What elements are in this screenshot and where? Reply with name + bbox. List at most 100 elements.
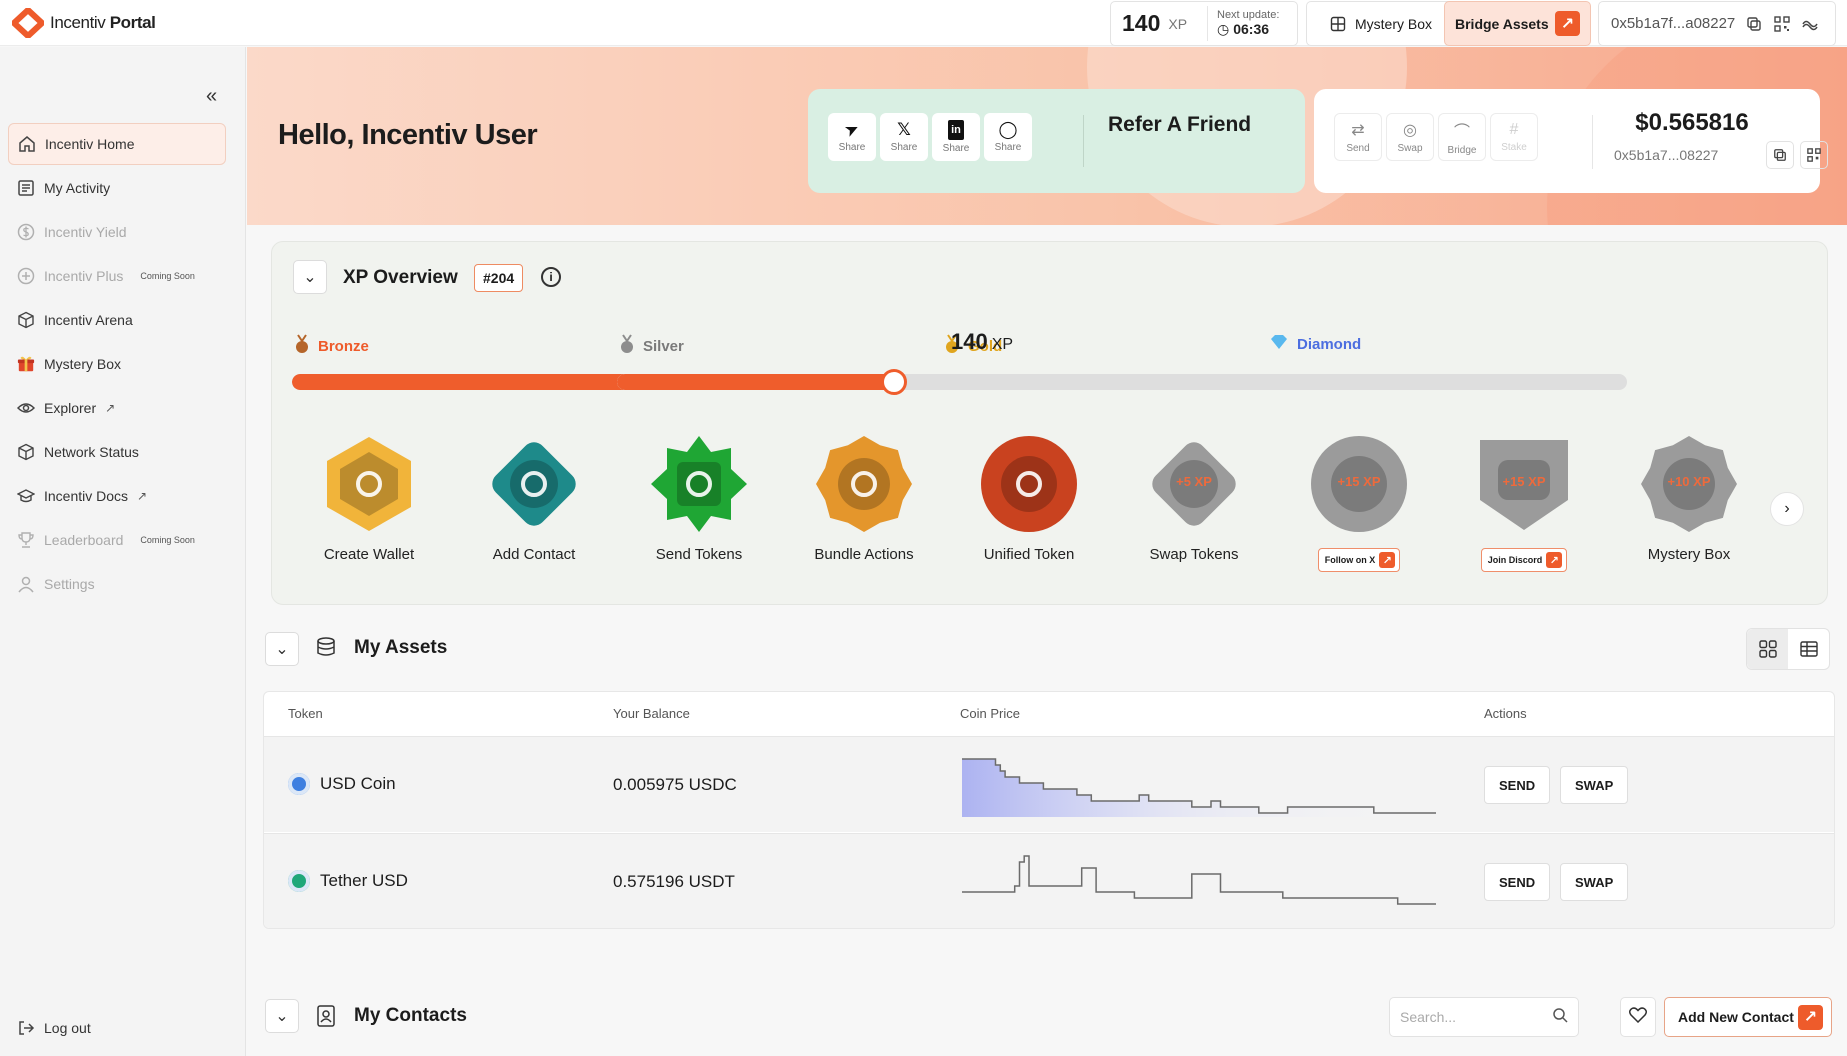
badge-emblem-icon (484, 434, 584, 534)
contact-search (1389, 997, 1579, 1037)
sidebar-item-incentiv-home[interactable]: Incentiv Home (8, 123, 226, 165)
tier-silver: Silver (619, 334, 684, 358)
sidebar-item-incentiv-yield[interactable]: Incentiv Yield (8, 211, 226, 253)
stake-icon: # (1509, 121, 1519, 138)
share-telegram-button[interactable]: ➤ Share (828, 113, 876, 161)
add-contact-label: Add New Contact (1678, 1009, 1794, 1025)
heart-icon (1628, 1006, 1648, 1028)
tier-bronze: Bronze (294, 334, 369, 358)
tier-name: Diamond (1297, 335, 1362, 353)
swap-button[interactable]: ◎ Swap (1386, 113, 1434, 161)
share-whatsapp-button[interactable]: ◯ Share (984, 113, 1032, 161)
disconnect-icon[interactable] (1801, 15, 1819, 33)
wallet-address-short: 0x5b1a7...08227 (1614, 147, 1719, 163)
arrow-up-right-icon: ↗ (1379, 552, 1396, 568)
mystery-box-button[interactable]: Mystery Box (1306, 1, 1455, 46)
wallet-card: ⇄ Send ◎ Swap ⌒ Bridge # Stake $0.565816 0x5b1a… (1314, 89, 1828, 193)
share-label: Share (890, 142, 918, 153)
xp-counter: 140 XP Next update: ◷ 06:36 (1110, 1, 1298, 46)
task-badge[interactable]: Create Wallet (294, 434, 444, 563)
bridge-assets-button[interactable]: Bridge Assets ↗ (1444, 1, 1591, 46)
add-new-contact-button[interactable]: Add New Contact ↗ (1664, 997, 1832, 1037)
sidebar-item-label: Explorer (44, 400, 97, 416)
app-logo[interactable]: Incentiv Portal (9, 5, 156, 41)
qr-code-icon[interactable] (1800, 141, 1828, 169)
task-badge[interactable]: +5 XP Swap Tokens (1119, 434, 1269, 563)
swap-button[interactable]: SWAP (1560, 863, 1629, 901)
send-button[interactable]: ⇄ Send (1334, 113, 1382, 161)
greeting: Hello, Incentiv User (278, 119, 538, 151)
price-sparkline (962, 855, 1436, 905)
chevron-down-icon[interactable]: ⌄ (265, 999, 299, 1033)
task-badge[interactable]: +15 XP Join Discord ↗ (1449, 434, 1599, 572)
wallet-address-box[interactable]: 0x5b1a7f...a08227 (1598, 1, 1836, 46)
task-label: Bundle Actions (814, 546, 914, 563)
my-contacts-title: My Contacts (354, 1005, 467, 1026)
table-row: USD Coin 0.005975 USDC SEND SWAP (264, 736, 1834, 832)
sidebar-item-network-status[interactable]: Network Status (8, 431, 226, 473)
stake-button[interactable]: # Stake (1490, 113, 1538, 161)
search-input[interactable] (1400, 1009, 1540, 1025)
badge-emblem-icon: +15 XP (1474, 434, 1574, 534)
info-icon[interactable]: i (541, 267, 561, 287)
task-badge[interactable]: Bundle Actions (789, 434, 939, 563)
network-icon (17, 443, 35, 461)
task-badge[interactable]: Send Tokens (624, 434, 774, 563)
copy-icon[interactable] (1745, 15, 1763, 33)
external-link-icon: ↗ (105, 401, 116, 415)
task-badge[interactable]: Unified Token (954, 434, 1104, 563)
sidebar-item-explorer[interactable]: Explorer ↗ (8, 387, 226, 429)
sidebar-item-incentiv-docs[interactable]: Incentiv Docs ↗ (8, 475, 226, 517)
coming-soon-badge: Coming Soon (140, 271, 195, 281)
task-badge[interactable]: Add Contact (459, 434, 609, 563)
share-label: Share (838, 142, 866, 153)
sidebar-item-incentiv-plus[interactable]: Incentiv Plus Coming Soon (8, 255, 226, 297)
trophy-icon (17, 531, 35, 549)
send-button[interactable]: SEND (1484, 766, 1551, 804)
bridge-button[interactable]: ⌒ Bridge (1438, 113, 1486, 161)
task-badge[interactable]: +15 XP Follow on X ↗ (1284, 434, 1434, 572)
xp-unit: XP (1168, 15, 1188, 32)
collapse-sidebar-icon[interactable]: « (206, 85, 217, 108)
cube-icon (17, 311, 35, 329)
qr-code-icon[interactable] (1773, 15, 1791, 33)
task-link-button[interactable]: Follow on X ↗ (1317, 548, 1401, 572)
task-link-label: Join Discord (1487, 555, 1543, 565)
tier-name: Bronze (318, 337, 369, 355)
task-link-label: Follow on X (1324, 555, 1376, 565)
bridge-icon: ⌒ (1453, 124, 1470, 141)
chevron-right-icon[interactable]: › (1770, 492, 1804, 526)
chevron-down-icon[interactable]: ⌄ (293, 260, 327, 294)
sidebar-item-mystery-box[interactable]: Mystery Box (8, 343, 226, 385)
badge-emblem-icon (649, 434, 749, 534)
xp-overview-card: ⌄ XP Overview #204 i Bronze Silver Gold Dia… (271, 241, 1828, 605)
xp-reward-label: +15 XP (1337, 474, 1381, 489)
chevron-down-icon[interactable]: ⌄ (265, 632, 299, 666)
task-label: Unified Token (983, 546, 1075, 563)
favorites-button[interactable] (1620, 997, 1656, 1037)
rank-badge: #204 (474, 264, 524, 292)
share-linkedin-button[interactable]: in Share (932, 113, 980, 161)
hero-banner: Hello, Incentiv User ➤ Share 𝕏 Share in Share… (247, 47, 1847, 225)
eye-icon (17, 399, 35, 417)
swap-button[interactable]: SWAP (1560, 766, 1629, 804)
search-icon (1552, 1007, 1568, 1028)
sidebar-item-leaderboard[interactable]: Leaderboard Coming Soon (8, 519, 226, 561)
task-badge[interactable]: +10 XP Mystery Box (1614, 434, 1764, 563)
copy-icon[interactable] (1766, 141, 1794, 169)
send-button[interactable]: SEND (1484, 863, 1551, 901)
task-link-button[interactable]: Join Discord ↗ (1480, 548, 1568, 572)
logout-button[interactable]: Log out (8, 1007, 226, 1049)
share-x-button[interactable]: 𝕏 Share (880, 113, 928, 161)
sidebar-item-incentiv-arena[interactable]: Incentiv Arena (8, 299, 226, 341)
token-icon (288, 870, 310, 892)
column-header: Token (288, 706, 323, 721)
sidebar-item-settings[interactable]: Settings (8, 563, 226, 605)
grid-view-icon[interactable] (1747, 629, 1788, 669)
table-view-icon[interactable] (1788, 629, 1829, 669)
sidebar-item-label: Incentiv Home (45, 136, 135, 152)
task-label: Swap Tokens (1149, 546, 1239, 563)
sidebar-item-my-activity[interactable]: My Activity (8, 167, 226, 209)
arrow-up-right-icon: ↗ (1798, 1004, 1823, 1030)
app-name: Incentiv Portal (50, 13, 156, 32)
